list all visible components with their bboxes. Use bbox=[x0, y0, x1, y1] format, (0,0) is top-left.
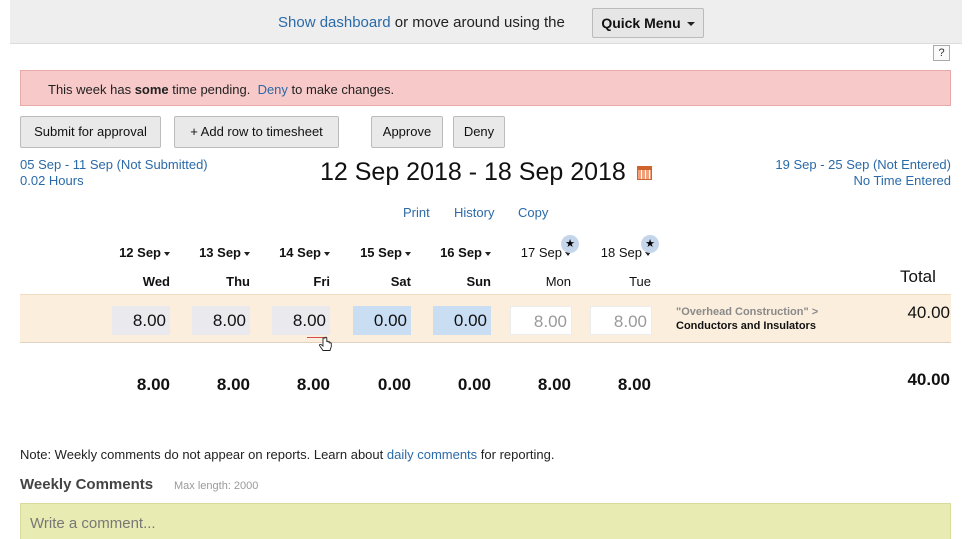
alert-deny-link[interactable]: Deny bbox=[258, 82, 288, 97]
next-week-hours[interactable]: No Time Entered bbox=[775, 173, 951, 189]
day-name-mon: Mon bbox=[545, 274, 571, 289]
time-input-wed[interactable]: 8.00 bbox=[112, 306, 170, 335]
history-link[interactable]: History bbox=[454, 205, 494, 220]
day-date-label: 18 Sep bbox=[600, 245, 642, 260]
print-link[interactable]: Print bbox=[403, 205, 430, 220]
weekly-comments-note: Note: Weekly comments do not appear on r… bbox=[20, 447, 555, 462]
navigation-message: Show dashboard or move around using the bbox=[278, 14, 565, 31]
note-text-post: for reporting. bbox=[477, 447, 555, 462]
next-week-link[interactable]: 19 Sep - 25 Sep (Not Entered) No Time En… bbox=[775, 157, 951, 189]
day-date-label: 12 Sep bbox=[119, 245, 161, 260]
deny-button[interactable]: Deny bbox=[453, 116, 505, 148]
previous-week-link[interactable]: 05 Sep - 11 Sep (Not Submitted) 0.02 Hou… bbox=[20, 157, 208, 189]
day-date-sun[interactable]: 16 Sep bbox=[411, 245, 491, 260]
quick-menu-button[interactable]: Quick Menu bbox=[592, 8, 704, 38]
day-date-label: 13 Sep bbox=[199, 245, 241, 260]
day-date-fri[interactable]: 14 Sep bbox=[250, 245, 330, 260]
column-total-sun: 0.00 bbox=[457, 375, 491, 394]
top-bar: Show dashboard or move around using the … bbox=[10, 0, 962, 44]
previous-week-hours[interactable]: 0.02 Hours bbox=[20, 173, 208, 189]
alert-text-pre: This week has bbox=[48, 82, 135, 97]
day-name-fri: Fri bbox=[313, 274, 330, 289]
approve-button[interactable]: Approve bbox=[371, 116, 443, 148]
day-name-sat: Sat bbox=[390, 274, 411, 289]
day-name-thu: Thu bbox=[226, 274, 250, 289]
time-input-sat[interactable]: 0.00 bbox=[353, 306, 411, 335]
max-length-hint: Max length: 2000 bbox=[174, 480, 259, 492]
chevron-down-icon bbox=[686, 22, 695, 27]
submit-for-approval-button[interactable]: Submit for approval bbox=[20, 116, 161, 148]
day-date-sat[interactable]: 15 Sep bbox=[331, 245, 411, 260]
column-total-sat: 0.00 bbox=[377, 375, 411, 394]
column-total-fri: 8.00 bbox=[296, 375, 330, 394]
grand-total: 40.00 bbox=[907, 370, 950, 389]
day-name-wed: Wed bbox=[142, 274, 170, 289]
day-date-label: 16 Sep bbox=[440, 245, 482, 260]
row-total: 40.00 bbox=[907, 303, 950, 322]
quick-menu-label: Quick Menu bbox=[601, 15, 681, 31]
time-input-thu[interactable]: 8.00 bbox=[192, 306, 250, 335]
previous-week-range[interactable]: 05 Sep - 11 Sep (Not Submitted) bbox=[20, 157, 208, 173]
time-input-mon[interactable]: 8.00 bbox=[510, 306, 572, 335]
chevron-down-icon bbox=[324, 251, 330, 256]
alert-text-mid: time pending. bbox=[168, 82, 258, 97]
time-input-fri[interactable]: 8.00 bbox=[272, 306, 330, 335]
project-task-label[interactable]: "Overhead Construction" > Conductors and… bbox=[676, 305, 818, 333]
column-total-tue: 8.00 bbox=[617, 375, 651, 394]
day-date-tue[interactable]: 18 Sep bbox=[571, 245, 651, 260]
column-total-wed: 8.00 bbox=[136, 375, 170, 394]
note-text-pre: Note: Weekly comments do not appear on r… bbox=[20, 447, 387, 462]
pending-alert: This week has some time pending. Deny to… bbox=[20, 70, 951, 106]
help-button[interactable]: ? bbox=[933, 45, 950, 61]
star-icon: ★ bbox=[641, 235, 659, 253]
day-date-label: 17 Sep bbox=[520, 245, 562, 260]
alert-text: This week has some time pending. Deny to… bbox=[48, 82, 394, 97]
day-date-thu[interactable]: 13 Sep bbox=[170, 245, 250, 260]
add-row-button[interactable]: + Add row to timesheet bbox=[174, 116, 339, 148]
show-dashboard-link[interactable]: Show dashboard bbox=[278, 14, 391, 31]
column-total-thu: 8.00 bbox=[216, 375, 250, 394]
hand-cursor-icon bbox=[319, 336, 332, 351]
alert-text-post: to make changes. bbox=[287, 82, 395, 97]
alert-text-bold: some bbox=[134, 82, 169, 97]
star-icon: ★ bbox=[561, 235, 579, 253]
day-name-tue: Tue bbox=[629, 274, 651, 289]
day-name-sun: Sun bbox=[466, 274, 491, 289]
time-input-tue[interactable]: 8.00 bbox=[590, 306, 652, 335]
day-date-wed[interactable]: 12 Sep bbox=[90, 245, 170, 260]
calendar-icon[interactable] bbox=[637, 166, 652, 180]
daily-comments-link[interactable]: daily comments bbox=[387, 447, 477, 462]
time-input-sun[interactable]: 0.00 bbox=[433, 306, 491, 335]
day-date-mon[interactable]: 17 Sep bbox=[491, 245, 571, 260]
weekly-comment-input[interactable]: Write a comment... bbox=[20, 503, 951, 539]
day-date-label: 15 Sep bbox=[360, 245, 402, 260]
weekly-comments-label: Weekly Comments bbox=[20, 476, 154, 493]
customer-name: "Overhead Construction" > bbox=[676, 306, 819, 318]
task-name: Conductors and Insulators bbox=[676, 320, 816, 332]
copy-link[interactable]: Copy bbox=[518, 205, 548, 220]
day-date-label: 14 Sep bbox=[279, 245, 321, 260]
navigation-text: or move around using the bbox=[390, 14, 565, 31]
total-header: Total bbox=[900, 267, 936, 286]
week-title: 12 Sep 2018 - 18 Sep 2018 bbox=[320, 158, 626, 186]
column-total-mon: 8.00 bbox=[537, 375, 571, 394]
next-week-range[interactable]: 19 Sep - 25 Sep (Not Entered) bbox=[775, 157, 951, 173]
